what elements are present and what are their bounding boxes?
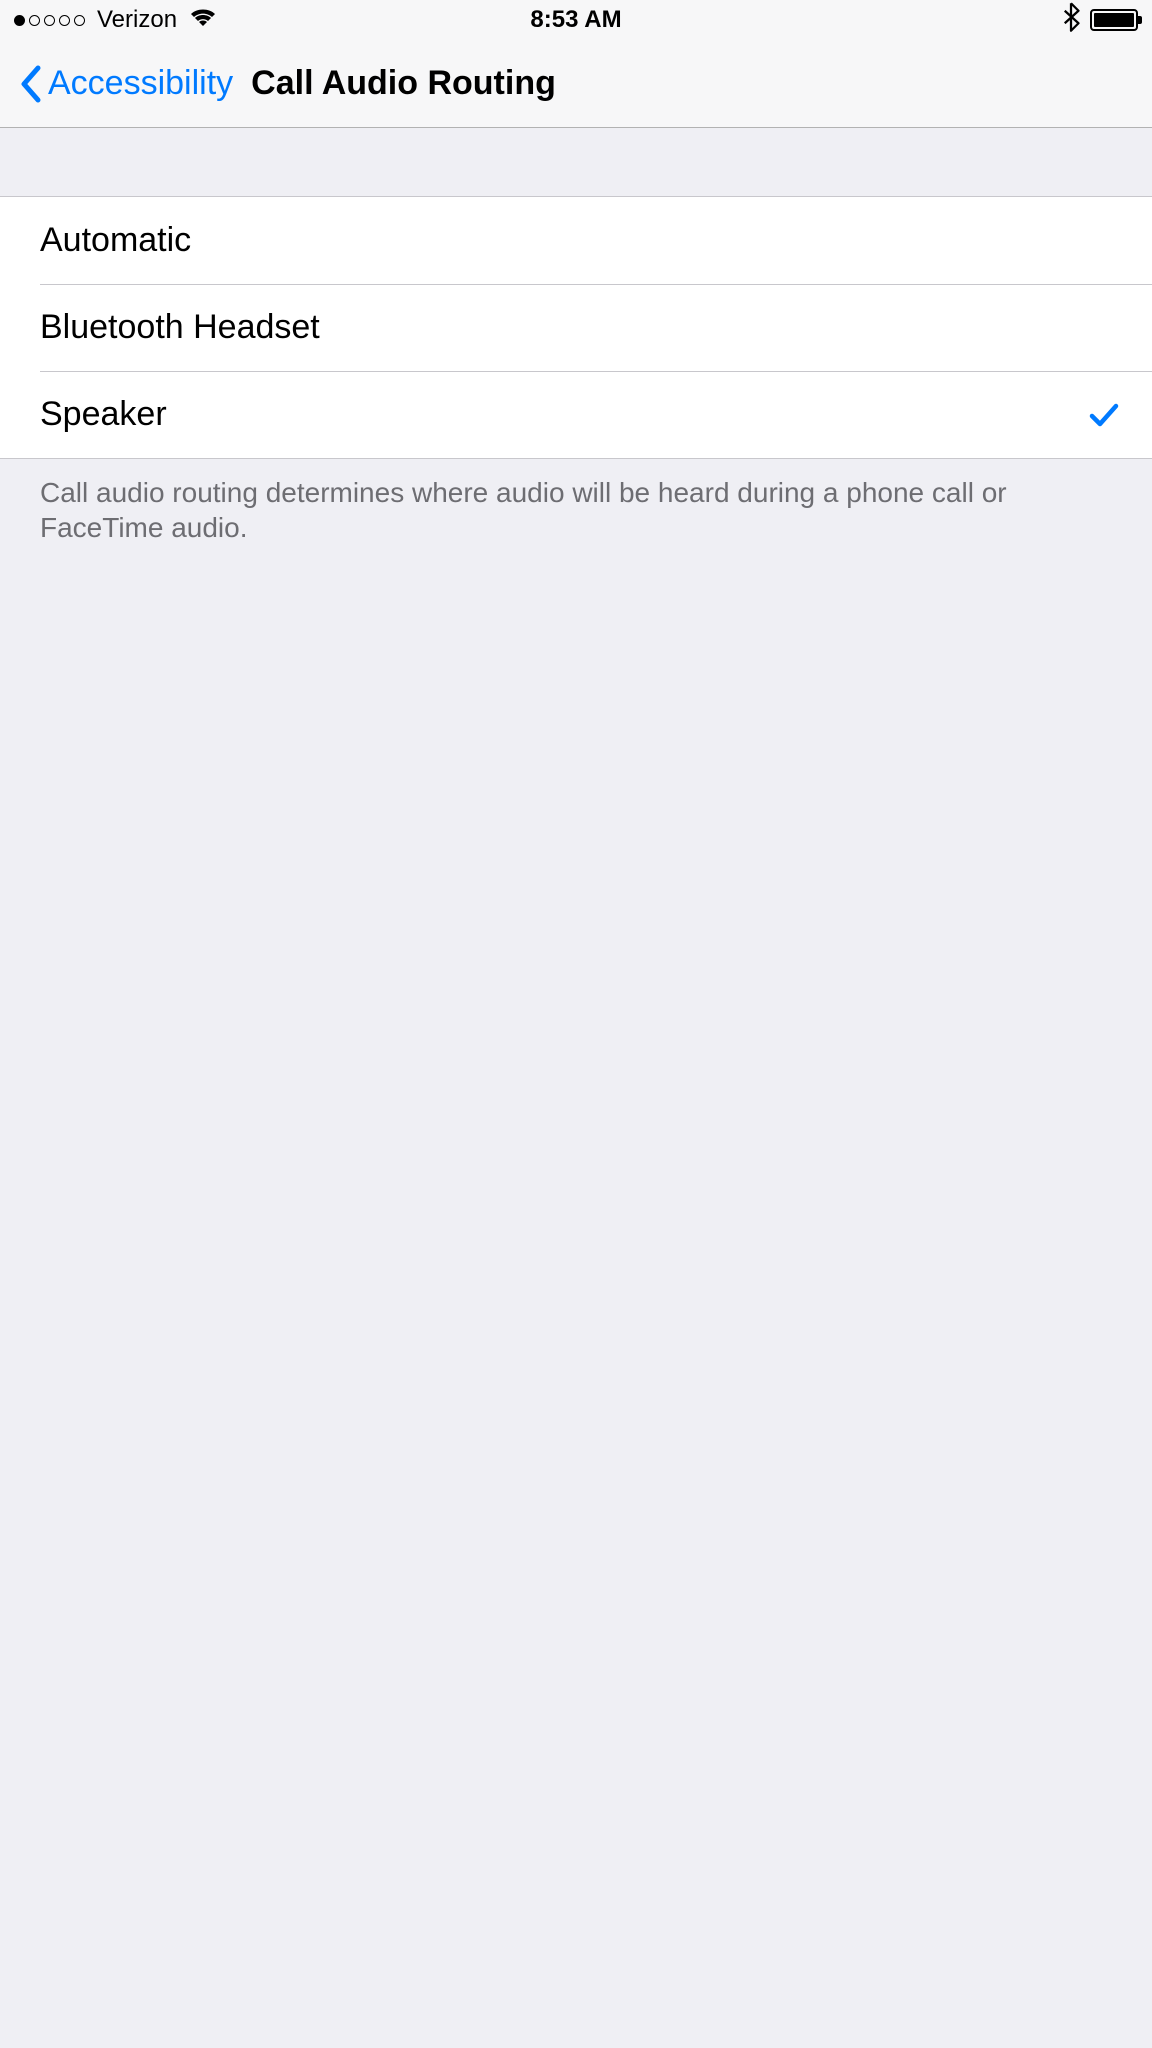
routing-options-list: Automatic Bluetooth Headset Speaker	[0, 196, 1152, 459]
back-button[interactable]: Accessibility	[18, 64, 233, 104]
bluetooth-icon	[1062, 2, 1080, 39]
back-label: Accessibility	[48, 64, 233, 103]
carrier-label: Verizon	[97, 6, 177, 34]
navigation-bar: Accessibility Call Audio Routing	[0, 40, 1152, 128]
section-spacer	[0, 128, 1152, 196]
option-bluetooth-headset[interactable]: Bluetooth Headset	[0, 284, 1152, 371]
option-label: Speaker	[40, 395, 167, 434]
status-left: Verizon	[14, 6, 217, 35]
option-label: Bluetooth Headset	[40, 308, 320, 347]
clock: 8:53 AM	[530, 6, 621, 34]
section-footer: Call audio routing determines where audi…	[0, 459, 1152, 561]
chevron-left-icon	[18, 64, 42, 104]
option-automatic[interactable]: Automatic	[0, 197, 1152, 284]
option-speaker[interactable]: Speaker	[0, 371, 1152, 458]
option-label: Automatic	[40, 221, 191, 260]
page-title: Call Audio Routing	[251, 64, 556, 103]
status-bar: Verizon 8:53 AM	[0, 0, 1152, 40]
checkmark-icon	[1088, 399, 1120, 431]
battery-icon	[1090, 9, 1138, 31]
signal-strength-icon	[14, 15, 85, 26]
wifi-icon	[189, 6, 217, 35]
status-right	[1062, 2, 1138, 39]
